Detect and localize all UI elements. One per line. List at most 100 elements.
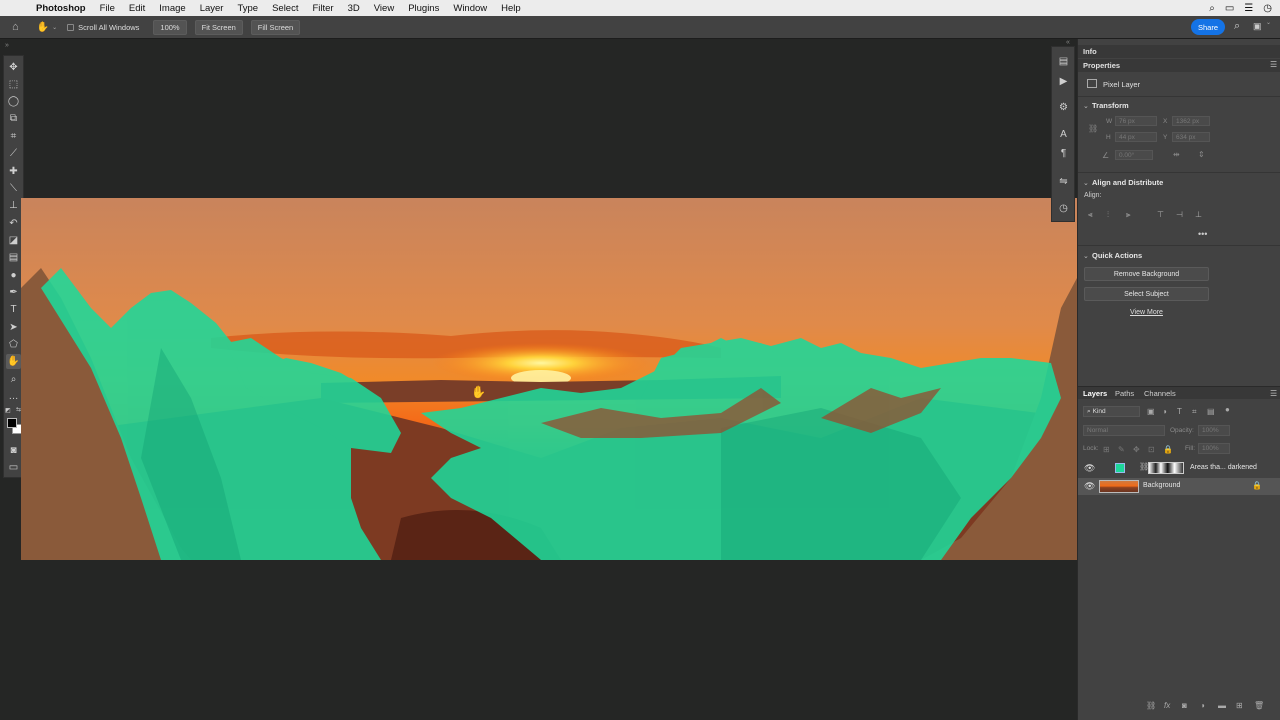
delete-layer-icon[interactable]: 🗑 (1254, 701, 1264, 710)
align-vcenter-icon[interactable]: ⊣ (1176, 210, 1185, 219)
menu-type[interactable]: Type (237, 3, 258, 14)
home-icon[interactable]: ⌂ (12, 21, 19, 33)
align-title[interactable]: Align and Distribute (1092, 178, 1163, 187)
more-tools-icon[interactable]: … (6, 389, 21, 404)
quick-mask-icon[interactable]: ◙ (6, 443, 21, 458)
menu-edit[interactable]: Edit (129, 3, 145, 14)
add-mask-icon[interactable]: ◙ (1182, 701, 1191, 710)
transform-title[interactable]: Transform (1092, 101, 1129, 110)
visibility-eye-icon[interactable]: 👁 (1084, 481, 1095, 492)
libraries-icon[interactable]: ▤ (1057, 55, 1070, 68)
paragraph-icon[interactable]: ¶ (1057, 147, 1070, 160)
control-center-icon[interactable]: ☰ (1244, 3, 1253, 14)
more-options-icon[interactable]: ••• (1198, 229, 1207, 239)
filter-adjustment-icon[interactable]: ◑ (1162, 407, 1171, 416)
align-left-icon[interactable]: ⫷ (1088, 210, 1097, 219)
shape-tool-icon[interactable]: ⬠ (6, 337, 21, 352)
quick-actions-caret-icon[interactable]: ⌄ (1083, 252, 1089, 260)
align-right-icon[interactable]: ⫸ (1126, 210, 1135, 219)
select-subject-button[interactable]: Select Subject (1084, 287, 1209, 301)
height-field[interactable]: 44 px (1115, 132, 1157, 142)
fill-screen-button[interactable]: Fill Screen (250, 19, 301, 35)
brush-tool-icon[interactable]: ⟍ (6, 181, 21, 196)
character-icon[interactable]: A (1057, 128, 1070, 141)
kind-filter-select[interactable]: ⌕ Kind (1083, 406, 1140, 417)
filter-type-icon[interactable]: T (1177, 407, 1186, 416)
opacity-field[interactable]: 100% (1198, 425, 1230, 436)
lock-position-icon[interactable]: ✥ (1133, 445, 1142, 454)
layer-row[interactable]: 👁 ⛓ Areas tha... darkened (1078, 460, 1280, 477)
layers-menu-icon[interactable]: ☰ (1270, 389, 1277, 398)
history-brush-tool-icon[interactable]: ↶ (6, 216, 21, 231)
menu-view[interactable]: View (374, 3, 394, 14)
view-more-link[interactable]: View More (1130, 309, 1163, 316)
lock-transparent-icon[interactable]: ⊞ (1103, 445, 1112, 454)
angle-field[interactable]: 0.00° (1115, 150, 1153, 160)
type-tool-icon[interactable]: T (6, 302, 21, 317)
zoom-tool-icon[interactable]: ⌕ (6, 372, 21, 387)
menu-filter[interactable]: Filter (312, 3, 333, 14)
x-field[interactable]: 1362 px (1172, 116, 1210, 126)
tab-layers[interactable]: Layers (1083, 389, 1107, 398)
filter-shape-icon[interactable]: ⌗ (1192, 407, 1201, 416)
pen-tool-icon[interactable]: ✒ (6, 285, 21, 300)
flip-vertical-icon[interactable]: ⇕ (1198, 150, 1205, 159)
align-bottom-icon[interactable]: ⊥ (1195, 210, 1204, 219)
filter-pixel-icon[interactable]: ▣ (1147, 407, 1156, 416)
actions-play-icon[interactable]: ▶ (1057, 75, 1070, 88)
new-group-icon[interactable]: ▬ (1218, 701, 1227, 710)
menu-plugins[interactable]: Plugins (408, 3, 439, 14)
lasso-tool-icon[interactable]: ◯ (6, 94, 21, 109)
visibility-eye-icon[interactable]: 👁 (1084, 463, 1095, 474)
lock-pixels-icon[interactable]: ✎ (1118, 445, 1127, 454)
lock-artboard-icon[interactable]: ⊡ (1148, 445, 1157, 454)
panel-menu-icon[interactable]: ☰ (1270, 60, 1277, 69)
tab-channels[interactable]: Channels (1144, 389, 1176, 398)
link-icon[interactable]: ⛓ (1088, 124, 1098, 133)
gradient-tool-icon[interactable]: ▤ (6, 250, 21, 265)
remove-background-button[interactable]: Remove Background (1084, 267, 1209, 281)
new-adjustment-icon[interactable]: ◑ (1200, 701, 1209, 710)
fill-field[interactable]: 100% (1198, 443, 1230, 454)
filter-smart-object-icon[interactable]: ▤ (1207, 407, 1216, 416)
align-hcenter-icon[interactable]: ⫶ (1107, 210, 1116, 219)
width-field[interactable]: 76 px (1115, 116, 1157, 126)
menu-help[interactable]: Help (501, 3, 521, 14)
menu-window[interactable]: Window (453, 3, 487, 14)
path-selection-tool-icon[interactable]: ➤ (6, 320, 21, 335)
blur-tool-icon[interactable]: ● (6, 268, 21, 283)
layer-name[interactable]: Background (1143, 482, 1180, 489)
hand-tool-icon[interactable]: ✋ (6, 354, 21, 369)
panel-collapse-icon[interactable]: « (1066, 39, 1070, 46)
hand-tool-icon[interactable]: ✋ (37, 22, 49, 33)
eraser-tool-icon[interactable]: ◪ (6, 233, 21, 248)
search-icon[interactable]: ⌕ (1234, 20, 1240, 33)
toolbar-collapse-icon[interactable]: » (5, 42, 9, 49)
layer-mask-thumbnail[interactable] (1148, 462, 1184, 474)
menu-file[interactable]: File (100, 3, 115, 14)
workspace-dropdown-icon[interactable]: ⌄ (1266, 19, 1271, 26)
move-tool-icon[interactable]: ✥ (6, 60, 21, 75)
y-field[interactable]: 634 px (1172, 132, 1210, 142)
layer-name[interactable]: Areas tha... darkened (1190, 464, 1257, 471)
scroll-all-checkbox[interactable] (67, 23, 75, 31)
healing-brush-tool-icon[interactable]: ✚ (6, 164, 21, 179)
share-button[interactable]: Share (1191, 19, 1225, 35)
foreground-color-swatch[interactable] (7, 418, 17, 428)
app-menu[interactable]: Photoshop (36, 3, 86, 14)
align-caret-icon[interactable]: ⌄ (1083, 179, 1089, 187)
default-colors-icon[interactable]: ◩ (5, 407, 11, 414)
eyedropper-tool-icon[interactable]: ⟋ (6, 146, 21, 161)
document-canvas[interactable]: ✋ (21, 198, 1077, 560)
history-icon[interactable]: ◷ (1057, 202, 1070, 215)
link-layers-icon[interactable]: ⛓ (1146, 701, 1156, 710)
layer-row[interactable]: 👁 Background 🔒 (1078, 478, 1280, 495)
new-layer-icon[interactable]: ⊞ (1236, 701, 1245, 710)
menu-3d[interactable]: 3D (348, 3, 360, 14)
menu-select[interactable]: Select (272, 3, 298, 14)
tool-preset-dropdown-icon[interactable]: ⌄ (52, 24, 57, 31)
filter-toggle-icon[interactable]: ● (1225, 405, 1234, 414)
battery-icon[interactable]: ▭ (1225, 3, 1234, 14)
search-icon[interactable]: ⌕ (1209, 3, 1215, 14)
quick-actions-title[interactable]: Quick Actions (1092, 251, 1142, 260)
